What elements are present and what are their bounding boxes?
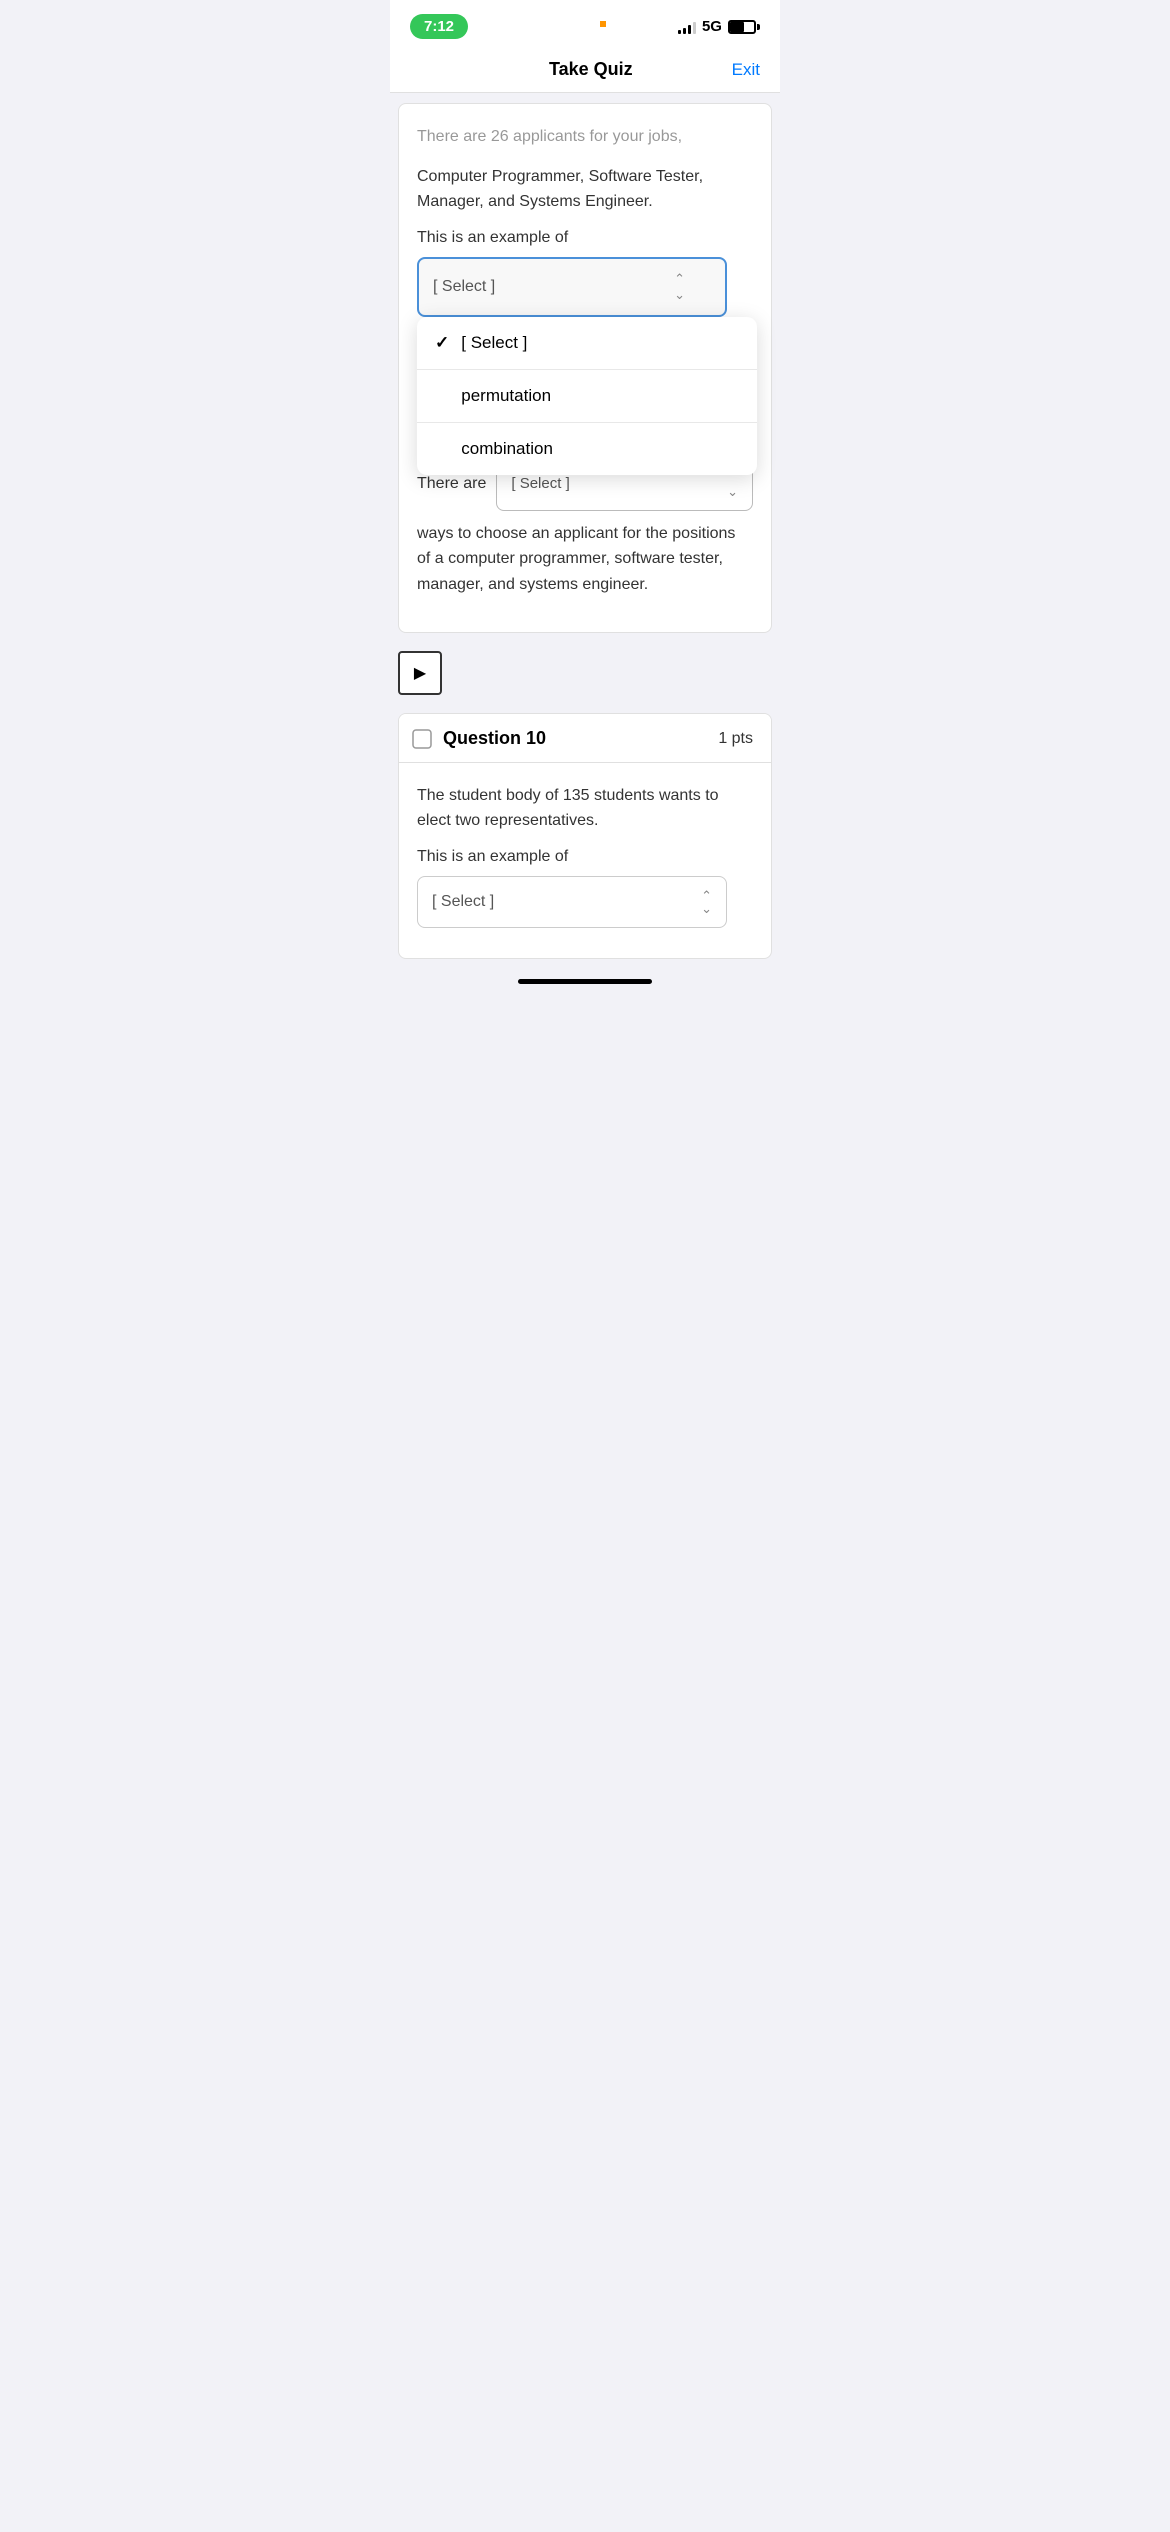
question-9-body-text: Computer Programmer, Software Tester, Ma… (417, 164, 753, 215)
nav-bar: Take Quiz Exit (390, 47, 780, 93)
question-number: Question 10 (443, 728, 546, 749)
question-10-dropdown[interactable]: [ Select ] ⌃⌄ (417, 876, 727, 928)
question-10-chevron-icon: ⌃⌄ (701, 889, 712, 915)
battery-icon (728, 20, 760, 34)
checkmark-icon: ✓ (435, 333, 449, 353)
play-icon: ▶ (414, 663, 426, 683)
question-9-footer-text: ways to choose an applicant for the posi… (417, 521, 753, 598)
dropdown-menu: ✓ [ Select ] ✓ permutation ✓ combination (417, 317, 757, 475)
signal-bar-2 (683, 28, 686, 34)
battery-fill (730, 22, 744, 32)
battery-tip (757, 24, 760, 30)
exit-button[interactable]: Exit (732, 60, 760, 80)
dropdown-item-permutation[interactable]: ✓ permutation (417, 370, 757, 423)
dropdown-chevron-icon: ⌃⌄ (674, 271, 685, 303)
home-indicator-area (390, 979, 780, 1002)
question-9-partial-text: There are 26 applicants for your jobs, (417, 124, 753, 150)
dropdown-item-select[interactable]: ✓ [ Select ] (417, 317, 757, 370)
inline-prefix-text: There are (417, 475, 486, 493)
dropdown-item-select-label: [ Select ] (461, 333, 527, 353)
signal-bar-3 (688, 25, 691, 34)
dropdown-open-container: [ Select ] ⌃⌄ ✓ [ Select ] ✓ permutation… (417, 257, 753, 317)
notification-dot (600, 21, 606, 27)
question-10-label: This is an example of (417, 848, 753, 866)
dropdown-item-permutation-label: permutation (461, 386, 551, 406)
dropdown-selected-label: [ Select ] (433, 278, 495, 296)
question-10-body: The student body of 135 students wants t… (399, 763, 771, 958)
dropdown-trigger[interactable]: [ Select ] ⌃⌄ (417, 257, 727, 317)
question-10-dropdown-label: [ Select ] (432, 893, 494, 911)
question-9-label: This is an example of (417, 229, 753, 247)
network-label: 5G (702, 18, 722, 35)
home-indicator (518, 979, 652, 984)
dropdown-item-combination-label: combination (461, 439, 553, 459)
question-pts: 1 pts (718, 730, 753, 748)
signal-bar-4 (693, 22, 696, 34)
signal-icon (678, 20, 696, 34)
page-title: Take Quiz (549, 59, 633, 80)
main-content: There are 26 applicants for your jobs, C… (390, 103, 780, 1002)
question-10-dropdown-wrapper: [ Select ] ⌃⌄ (417, 876, 753, 928)
question-10-body-text: The student body of 135 students wants t… (417, 783, 753, 834)
dropdown-item-combination[interactable]: ✓ combination (417, 423, 757, 475)
question-10-header-left: Question 10 (411, 728, 546, 750)
question-10-card: Question 10 1 pts The student body of 13… (398, 713, 772, 959)
question-10-header: Question 10 1 pts (399, 714, 771, 763)
play-button-container: ▶ (390, 643, 780, 703)
status-time: 7:12 (410, 14, 468, 39)
question-9-card: There are 26 applicants for your jobs, C… (398, 103, 772, 633)
status-right: 5G (678, 18, 760, 35)
battery-body (728, 20, 756, 34)
bookmark-icon (411, 728, 433, 750)
status-bar: 7:12 5G (390, 0, 780, 47)
play-button[interactable]: ▶ (398, 651, 442, 695)
signal-bar-1 (678, 30, 681, 34)
inline-dropdown-label: [ Select ] (511, 475, 569, 492)
